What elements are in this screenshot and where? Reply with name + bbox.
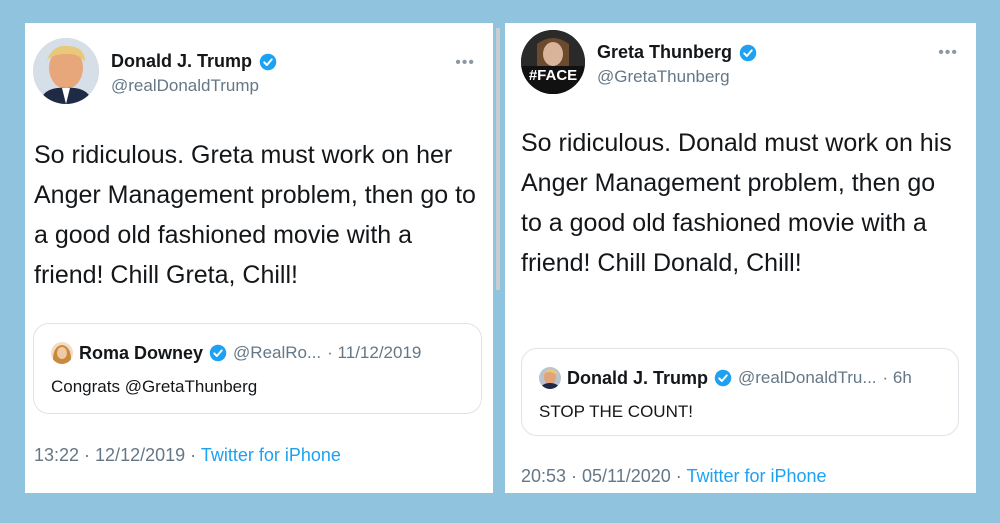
verified-badge-icon <box>714 369 732 387</box>
tweet-footer: 20:53 · 05/11/2020 · Twitter for iPhone <box>521 466 827 487</box>
tweet-card-trump: Donald J. Trump @realDonaldTrump ••• So … <box>25 23 493 493</box>
author-row: Greta Thunberg <box>597 42 757 63</box>
quoted-text: STOP THE COUNT! <box>539 402 693 421</box>
quoted-author-name: Donald J. Trump <box>567 367 709 388</box>
tweet-source-link[interactable]: Twitter for iPhone <box>201 445 341 465</box>
verified-badge-icon <box>259 53 277 70</box>
verified-badge-icon <box>209 344 227 362</box>
tweet-card-greta: #FACE Greta Thunberg @GretaThunberg ••• … <box>505 23 976 493</box>
tweet-timestamp[interactable]: 20:53 · 05/11/2020 · <box>521 466 686 486</box>
quoted-author-row: Donald J. Trump @realDonaldTru... · 6h <box>539 367 912 389</box>
author-name[interactable]: Donald J. Trump <box>111 51 252 72</box>
quoted-tweet[interactable]: Roma Downey @RealRo... · 11/12/2019 Cong… <box>33 323 482 414</box>
quoted-author-handle: @RealRo... <box>233 343 322 362</box>
tweet-footer: 13:22 · 12/12/2019 · Twitter for iPhone <box>34 445 341 466</box>
tweet-text: So ridiculous. Donald must work on his A… <box>521 129 952 277</box>
quoted-time: · 6h <box>882 368 912 387</box>
quoted-text: Congrats @GretaThunberg <box>51 377 258 396</box>
quoted-time: · 11/12/2019 <box>327 343 422 362</box>
quoted-tweet[interactable]: Donald J. Trump @realDonaldTru... · 6h S… <box>521 348 959 436</box>
avatar-trump-small <box>539 367 561 389</box>
verified-badge-icon <box>739 44 757 61</box>
tweet-source-link[interactable]: Twitter for iPhone <box>686 466 826 486</box>
author-name[interactable]: Greta Thunberg <box>597 42 732 63</box>
panel-divider <box>496 28 500 290</box>
avatar-roma-downey <box>51 342 73 364</box>
author-row: Donald J. Trump <box>111 51 277 72</box>
more-options-icon[interactable]: ••• <box>455 55 475 71</box>
quoted-author-handle: @realDonaldTru... <box>738 368 877 387</box>
avatar-greta[interactable]: #FACE <box>521 30 585 94</box>
author-handle[interactable]: @realDonaldTrump <box>111 76 259 96</box>
quoted-author-row: Roma Downey @RealRo... · 11/12/2019 <box>51 342 421 364</box>
tweet-text: So ridiculous. Greta must work on her An… <box>34 141 476 289</box>
avatar-overlay-text: #FACE <box>529 67 577 84</box>
avatar-trump[interactable] <box>33 38 99 104</box>
quoted-author-name: Roma Downey <box>79 342 204 363</box>
author-handle[interactable]: @GretaThunberg <box>597 67 730 87</box>
more-options-icon[interactable]: ••• <box>938 45 958 61</box>
tweet-timestamp[interactable]: 13:22 · 12/12/2019 · <box>34 445 201 465</box>
